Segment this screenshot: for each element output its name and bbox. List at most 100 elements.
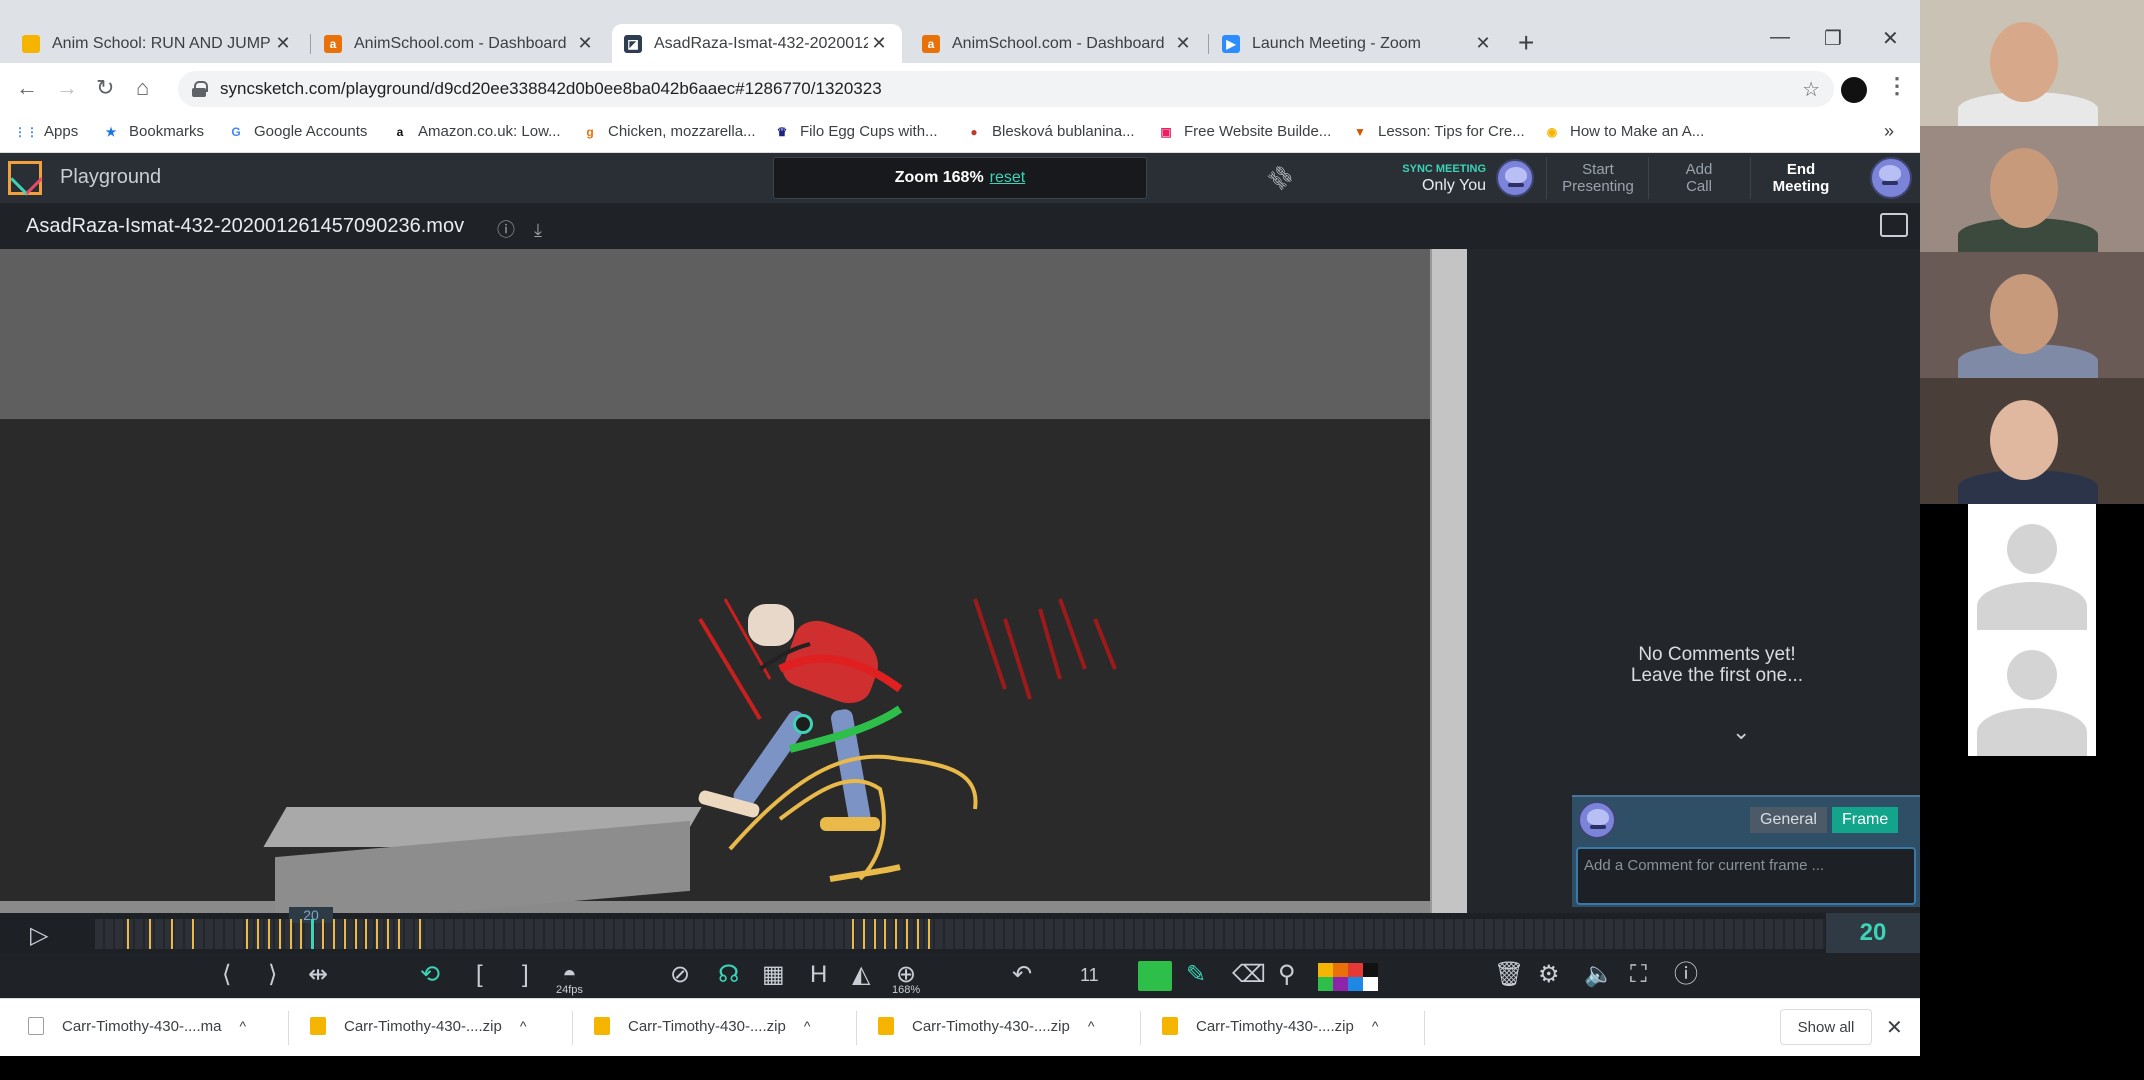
browser-tab-0[interactable]: Anim School: RUN AND JUMP - ( ✕ (10, 24, 306, 63)
profile-avatar[interactable] (1841, 77, 1867, 103)
fullscreen-icon[interactable]: ⛶ (1630, 961, 1647, 989)
syncsketch-logo-icon[interactable] (8, 161, 42, 195)
keyframe-tick[interactable] (419, 919, 421, 949)
keyframe-tick[interactable] (333, 919, 335, 949)
comments-toggle-icon[interactable] (1880, 213, 1908, 237)
keyframe-tick[interactable] (355, 919, 357, 949)
keyframe-tick[interactable] (852, 919, 854, 949)
current-frame-counter[interactable]: 20 (1826, 913, 1920, 953)
menu-kebab-icon[interactable]: ⋮ (1886, 73, 1908, 99)
comment-input[interactable]: Add a Comment for current frame ... (1576, 847, 1916, 905)
gear-icon[interactable]: ⚙ (1538, 961, 1560, 989)
bookmark-star-icon[interactable]: ☆ (1802, 77, 1820, 102)
download-item[interactable]: Carr-Timothy-430-....zip ^ (594, 1017, 810, 1035)
previous-frame-icon[interactable]: ⟨ (222, 961, 231, 989)
undo-icon[interactable]: ↶ (1012, 961, 1032, 989)
browser-tab-2[interactable]: ◪ AsadRaza-Ismat-432-202001261 ✕ (612, 24, 902, 63)
keyframe-tick[interactable] (149, 919, 151, 949)
keyframe-tick[interactable] (290, 919, 292, 949)
chevron-up-icon[interactable]: ^ (804, 1018, 811, 1034)
address-bar[interactable]: syncsketch.com/playground/d9cd20ee338842… (178, 71, 1834, 107)
keyframe-tick[interactable] (268, 919, 270, 949)
keyframe-tick[interactable] (344, 919, 346, 949)
keyframe-tick[interactable] (387, 919, 389, 949)
close-window-button[interactable]: ✕ (1882, 26, 1899, 51)
video-viewer[interactable] (0, 249, 1467, 913)
chevron-up-icon[interactable]: ^ (239, 1018, 246, 1034)
participant-video-1[interactable] (1920, 0, 2144, 126)
bookmark-apps[interactable]: ⋮⋮ Apps (14, 123, 78, 140)
keyframe-tick[interactable] (171, 919, 173, 949)
pivot-handle[interactable] (793, 714, 813, 734)
participant-placeholder-2[interactable] (1920, 630, 2144, 756)
chevron-up-icon[interactable]: ^ (520, 1018, 527, 1034)
add-call-button[interactable]: Add Call (1656, 161, 1742, 195)
keyframe-tick[interactable] (246, 919, 248, 949)
volume-icon[interactable]: 🔈 (1584, 961, 1614, 989)
out-point-icon[interactable]: ] (522, 961, 529, 989)
link-icon[interactable]: ⛓ (1263, 160, 1299, 196)
participant-video-2[interactable] (1920, 126, 2144, 252)
browser-tab-3[interactable]: a AnimSchool.com - Dashboard ✕ (910, 24, 1206, 63)
zoom-tool-button[interactable]: ⊕ 168% (892, 961, 920, 996)
home-icon[interactable]: ⌂ (136, 75, 149, 101)
keyframe-tick[interactable] (365, 919, 367, 949)
keyframe-tick[interactable] (300, 919, 302, 949)
keyframe-tick[interactable] (127, 919, 129, 949)
close-tab-icon[interactable]: ✕ (1472, 33, 1494, 54)
participant-placeholder-1[interactable] (1920, 504, 2144, 630)
play-icon[interactable]: ▷ (30, 921, 48, 950)
user-avatar[interactable] (1496, 159, 1534, 197)
frame-range-icon[interactable]: ⇹ (308, 961, 328, 989)
fps-button[interactable]: ◓ 24fps (556, 961, 583, 996)
trash-icon[interactable]: 🗑 (1494, 961, 1524, 989)
keyframe-tick[interactable] (884, 919, 886, 949)
bookmarks-overflow-button[interactable]: » (1884, 121, 1894, 142)
chevron-up-icon[interactable]: ^ (1372, 1018, 1379, 1034)
bookmark-website-builder[interactable]: ▣ Free Website Builde... (1158, 123, 1331, 140)
palette-swatch[interactable] (1363, 977, 1378, 991)
bookmark-amazon[interactable]: a Amazon.co.uk: Low... (392, 123, 561, 140)
back-arrow-icon[interactable]: ← (16, 75, 38, 101)
color-palette[interactable] (1318, 963, 1378, 991)
keyframe-tick[interactable] (928, 919, 930, 949)
help-icon[interactable]: ⓘ (1674, 961, 1698, 989)
browser-tab-1[interactable]: a AnimSchool.com - Dashboard ✕ (312, 24, 608, 63)
palette-swatch[interactable] (1333, 977, 1348, 991)
download-item[interactable]: Carr-Timothy-430-....ma ^ (28, 1017, 246, 1035)
close-tab-icon[interactable]: ✕ (272, 33, 294, 54)
frame-scrubber[interactable]: 20 (95, 907, 1825, 949)
loop-icon[interactable]: ⟲ (420, 961, 440, 989)
hide-annotations-icon[interactable]: ⊘ (670, 961, 690, 989)
palette-swatch[interactable] (1318, 977, 1333, 991)
keyframe-tick[interactable] (279, 919, 281, 949)
keyframe-tick[interactable] (906, 919, 908, 949)
keyframe-tick[interactable] (874, 919, 876, 949)
reload-icon[interactable]: ↻ (96, 75, 114, 101)
palette-swatch[interactable] (1318, 963, 1333, 977)
flip-icon[interactable]: ◭ (852, 961, 870, 989)
ghost-h-icon[interactable]: H (810, 961, 827, 989)
bookmark-how-to-make[interactable]: ◉ How to Make an A... (1544, 123, 1704, 140)
bookmark-chicken[interactable]: g Chicken, mozzarella... (582, 123, 755, 140)
close-tab-icon[interactable]: ✕ (1172, 33, 1194, 54)
forward-arrow-icon[interactable]: → (56, 75, 78, 101)
keyframe-tick[interactable] (863, 919, 865, 949)
download-item[interactable]: Carr-Timothy-430-....zip ^ (878, 1017, 1094, 1035)
eyedropper-icon[interactable]: ⚲ (1278, 961, 1296, 989)
next-frame-icon[interactable]: ⟩ (268, 961, 277, 989)
close-downloads-icon[interactable]: ✕ (1886, 1015, 1903, 1040)
minimize-button[interactable]: — (1770, 26, 1790, 49)
tab-frame[interactable]: Frame (1832, 807, 1899, 833)
palette-swatch[interactable] (1348, 977, 1363, 991)
keyframe-tick[interactable] (895, 919, 897, 949)
participant-video-3[interactable] (1920, 252, 2144, 378)
keyframe-tick[interactable] (192, 919, 194, 949)
info-icon[interactable]: ⓘ (497, 220, 515, 240)
bookmark-bleskova[interactable]: ● Blesková bublanina... (966, 123, 1134, 140)
in-point-icon[interactable]: [ (476, 961, 483, 989)
keyframe-tick[interactable] (376, 919, 378, 949)
current-color-swatch[interactable] (1138, 961, 1172, 991)
download-item[interactable]: Carr-Timothy-430-....zip ^ (1162, 1017, 1378, 1035)
bookmark-filo-egg[interactable]: ♛ Filo Egg Cups with... (774, 123, 938, 140)
